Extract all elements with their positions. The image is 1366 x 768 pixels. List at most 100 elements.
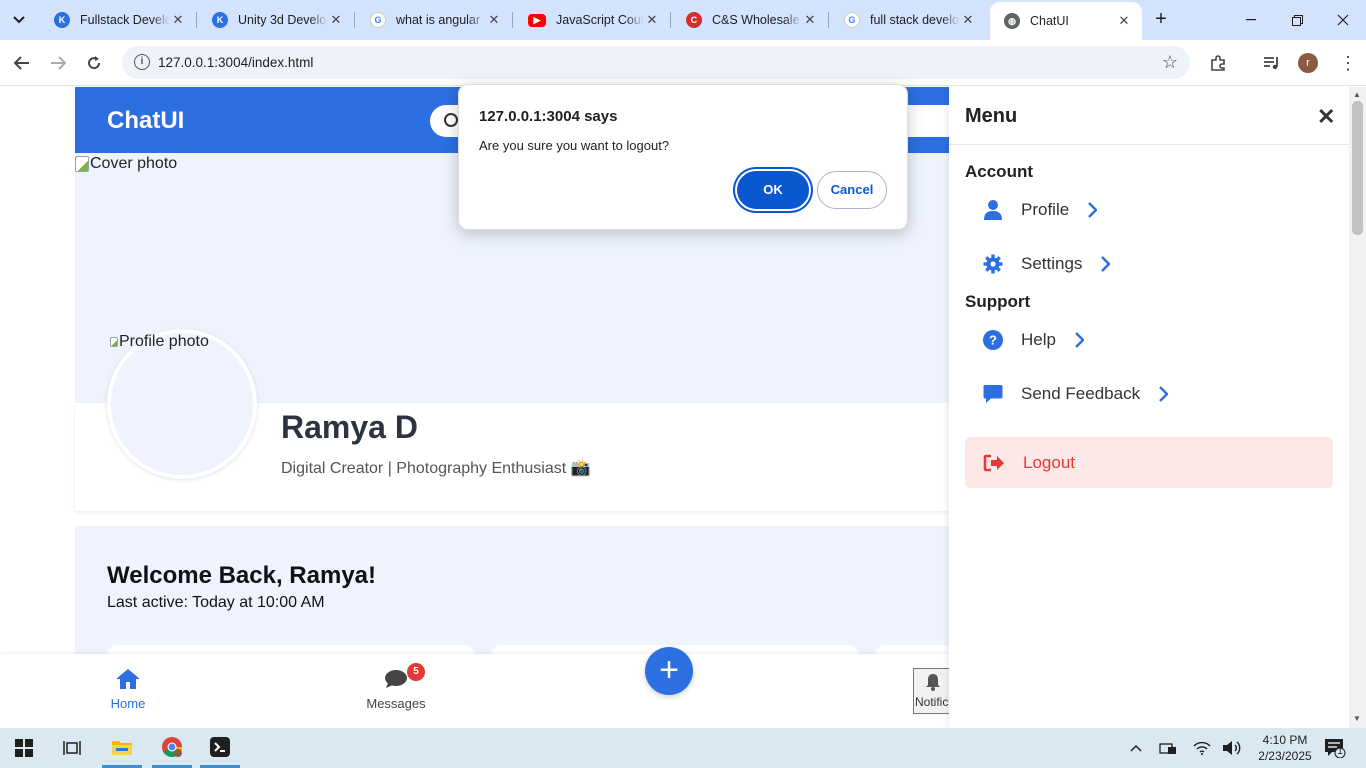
chrome-taskbar-button[interactable]	[152, 728, 192, 768]
home-icon	[104, 666, 152, 692]
scrollbar-thumb[interactable]	[1352, 101, 1363, 235]
create-post-button[interactable]: +	[645, 647, 693, 695]
site-info-icon[interactable]: i	[134, 54, 150, 70]
reload-button[interactable]	[80, 49, 108, 77]
new-tab-button[interactable]: +	[1150, 8, 1172, 30]
close-tab-icon[interactable]: ✕	[960, 12, 976, 28]
ok-button[interactable]: OK	[737, 171, 809, 209]
last-active-text: Last active: Today at 10:00 AM	[107, 594, 325, 611]
browser-menu-icon[interactable]: ⋮	[1336, 51, 1360, 75]
file-explorer-button[interactable]	[102, 728, 142, 768]
menu-item-feedback[interactable]: Send Feedback	[981, 374, 1170, 414]
menu-item-help[interactable]: ? Help	[981, 320, 1086, 360]
confirm-dialog: 127.0.0.1:3004 says Are you sure you wan…	[458, 84, 908, 230]
welcome-title: Welcome Back, Ramya!	[107, 562, 377, 589]
browser-tab-5[interactable]: C C&S Wholesale ✕	[672, 6, 828, 34]
clock-time: 4:10 PM	[1262, 733, 1308, 747]
start-button[interactable]	[4, 728, 44, 768]
tab-separator	[670, 12, 671, 28]
app-taskbar-button[interactable]	[200, 728, 240, 768]
scroll-up-icon[interactable]: ▲	[1353, 90, 1361, 99]
restore-button[interactable]	[1274, 0, 1320, 40]
google-icon: G	[370, 12, 386, 28]
menu-item-profile[interactable]: Profile	[981, 190, 1099, 230]
chevron-up-icon[interactable]	[1126, 739, 1146, 757]
arrow-left-icon	[14, 56, 29, 70]
tab-separator	[828, 12, 829, 28]
profile-avatar[interactable]: r	[1298, 53, 1318, 73]
close-window-button[interactable]	[1320, 0, 1366, 40]
close-tab-icon[interactable]: ✕	[802, 12, 818, 28]
profile-photo[interactable]	[107, 329, 257, 479]
menu-item-label: Settings	[1021, 254, 1083, 273]
tab-title: full stack develo	[870, 13, 959, 27]
chrome-icon	[162, 736, 182, 757]
cancel-button[interactable]: Cancel	[817, 171, 887, 209]
tab-separator	[512, 12, 513, 28]
arrow-right-icon	[51, 56, 66, 70]
back-button[interactable]	[8, 49, 36, 77]
minimize-button[interactable]	[1228, 0, 1274, 40]
browser-tab-6[interactable]: G full stack develo ✕	[830, 6, 986, 34]
nav-messages-label: Messages	[366, 696, 426, 711]
tab-title: Fullstack Develop	[80, 13, 170, 27]
notification-center-button[interactable]: 1	[1324, 738, 1346, 759]
browser-tab-1[interactable]: K Fullstack Develop ✕	[40, 6, 196, 34]
page-scrollbar[interactable]: ▲ ▼	[1349, 87, 1366, 728]
task-view-button[interactable]	[52, 728, 92, 768]
close-tab-icon[interactable]: ✕	[328, 12, 344, 28]
profile-photo-alt: Profile photo	[110, 333, 209, 351]
close-tab-icon[interactable]: ✕	[170, 12, 186, 28]
broken-image-icon	[75, 156, 89, 172]
profile-bio: Digital Creator | Photography Enthusiast…	[281, 460, 591, 477]
dialog-title: 127.0.0.1:3004 says	[479, 108, 618, 125]
chevron-right-icon	[1074, 330, 1086, 350]
side-menu: Menu ✕ Account Profile Settings Support …	[949, 87, 1349, 728]
menu-item-label: Profile	[1021, 200, 1070, 219]
google-icon: G	[844, 12, 860, 28]
close-tab-icon[interactable]: ✕	[486, 12, 502, 28]
nav-home[interactable]: Home	[104, 666, 152, 711]
network-device-icon[interactable]	[1158, 739, 1178, 757]
browser-tab-2[interactable]: K Unity 3d Develop ✕	[198, 6, 354, 34]
browser-tab-active[interactable]: ◍ ChatUI ✕	[990, 2, 1142, 40]
logout-button[interactable]: Logout	[965, 437, 1333, 488]
notification-count: 1	[1337, 746, 1343, 757]
wifi-icon[interactable]	[1192, 739, 1212, 757]
chevron-down-icon	[13, 16, 25, 24]
chevron-right-icon	[1087, 200, 1099, 220]
tab-title: JavaScript Cours	[556, 13, 644, 27]
menu-item-settings[interactable]: Settings	[981, 244, 1112, 284]
tab-title: Unity 3d Develop	[238, 13, 328, 27]
tab-title: C&S Wholesale	[712, 13, 800, 27]
address-bar[interactable]: i 127.0.0.1:3004/index.html ☆	[122, 46, 1190, 79]
extensions-icon[interactable]	[1206, 51, 1230, 75]
browser-tab-3[interactable]: G what is angular ✕	[356, 6, 512, 34]
bookmark-star-icon[interactable]: ☆	[1162, 52, 1178, 73]
minimize-icon	[1246, 19, 1256, 21]
close-tab-icon[interactable]: ✕	[644, 12, 660, 28]
forward-button[interactable]	[44, 49, 72, 77]
tab-separator	[196, 12, 197, 28]
system-clock[interactable]: 4:10 PM 2/23/2025	[1254, 732, 1316, 764]
address-url[interactable]: 127.0.0.1:3004/index.html	[158, 55, 313, 70]
messages-badge: 5	[407, 663, 425, 681]
nav-notifications[interactable]: Notific	[913, 668, 953, 714]
media-control-icon[interactable]	[1260, 51, 1284, 75]
cs-icon: C	[686, 12, 702, 28]
menu-item-label: Send Feedback	[1021, 384, 1141, 403]
close-tab-icon[interactable]: ✕	[1116, 13, 1132, 29]
kodnest-icon: K	[212, 12, 228, 28]
close-menu-button[interactable]: ✕	[1317, 104, 1335, 130]
tab-title: what is angular	[396, 13, 481, 27]
menu-header: Menu ✕	[949, 87, 1349, 145]
tab-search-button[interactable]	[6, 7, 32, 33]
nav-messages[interactable]: 5 Messages	[360, 663, 432, 711]
chevron-right-icon	[1100, 254, 1112, 274]
bottom-nav: Home 5 Messages + Notific	[0, 647, 953, 728]
scroll-down-icon[interactable]: ▼	[1353, 714, 1361, 723]
app-logo[interactable]: ChatUI	[107, 107, 184, 135]
browser-tab-4[interactable]: ▶ JavaScript Cours ✕	[514, 6, 670, 34]
terminal-app-icon	[210, 736, 230, 757]
volume-icon[interactable]	[1222, 739, 1242, 757]
